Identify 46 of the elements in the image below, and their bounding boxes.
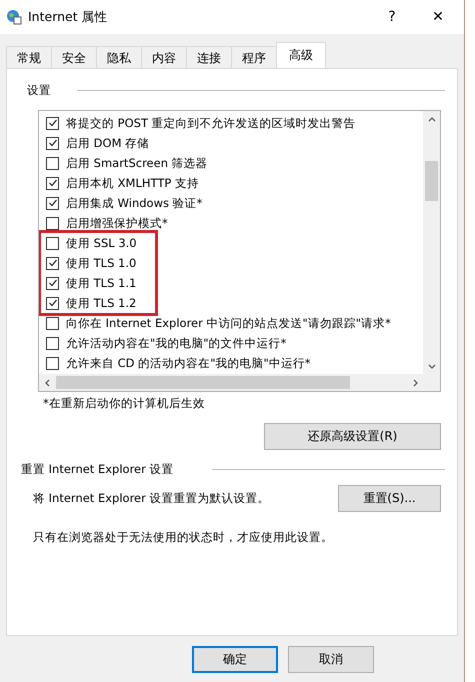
checkbox[interactable] [46, 176, 59, 190]
option-label: 启用本机 XMLHTTP 支持 [66, 176, 199, 190]
reset-description: 将 Internet Explorer 设置重置为默认设置。 [33, 491, 270, 506]
footnote: *在重新启动你的计算机后生效 [43, 396, 206, 411]
globe-icon [6, 9, 22, 25]
checkbox[interactable] [46, 276, 59, 290]
option-label: 向你在 Internet Explorer 中访问的站点发送"请勿跟踪"请求* [66, 316, 391, 330]
group-title: 重置 Internet Explorer 设置 [21, 462, 174, 477]
restore-button[interactable]: 还原高级设置(R) [264, 423, 441, 450]
horizontal-scrollbar[interactable] [39, 374, 423, 391]
checkbox[interactable] [46, 256, 59, 270]
checkbox[interactable] [46, 156, 59, 170]
arrow-icon[interactable] [42, 378, 52, 388]
checkbox[interactable] [46, 216, 59, 230]
option-label: 使用 TLS 1.2 [66, 296, 136, 310]
option-label: 启用 SmartScreen 筛选器 [66, 156, 208, 170]
scroll-thumb[interactable] [56, 376, 350, 389]
help-button[interactable]: ? [372, 9, 412, 25]
reset-button[interactable]: 重置(S)... [338, 485, 441, 512]
option-label: 启用集成 Windows 验证* [66, 196, 202, 210]
option-label: 允许活动内容在"我的电脑"的文件中运行* [66, 336, 286, 350]
option-label: 允许来自 CD 的活动内容在"我的电脑"中运行* [66, 356, 311, 370]
window-title: Internet 属性 [28, 8, 109, 26]
checkbox[interactable] [46, 136, 59, 150]
checkbox[interactable] [46, 336, 59, 350]
checkbox[interactable] [46, 316, 59, 330]
checkbox[interactable] [46, 356, 59, 370]
checkbox[interactable] [46, 196, 59, 210]
close-button[interactable]: ✕ [418, 9, 458, 25]
checkbox[interactable] [46, 296, 59, 310]
group-title: 设置 [27, 83, 51, 98]
scroll-thumb[interactable] [425, 161, 438, 201]
option-label: 将提交的 POST 重定向到不允许发送的区域时发出警告 [66, 116, 356, 130]
vertical-scrollbar[interactable] [423, 111, 440, 374]
option-label: 使用 TLS 1.1 [66, 276, 136, 290]
option-label: 使用 TLS 1.0 [66, 256, 136, 270]
option-label: 启用增强保护模式* [66, 216, 168, 230]
dialog-button[interactable]: 取消 [288, 646, 374, 672]
reset-note: 只有在浏览器处于无法使用的状态时，才应使用此设置。 [33, 530, 334, 545]
checkbox[interactable] [46, 236, 59, 250]
option-label: 启用 DOM 存储 [66, 136, 150, 150]
checkbox[interactable] [46, 116, 59, 130]
dialog-button[interactable]: 确定 [192, 646, 278, 672]
tab[interactable]: 常规 [6, 46, 52, 68]
tab[interactable]: 高级 [276, 42, 326, 68]
option-label: 使用 SSL 3.0 [66, 236, 137, 250]
